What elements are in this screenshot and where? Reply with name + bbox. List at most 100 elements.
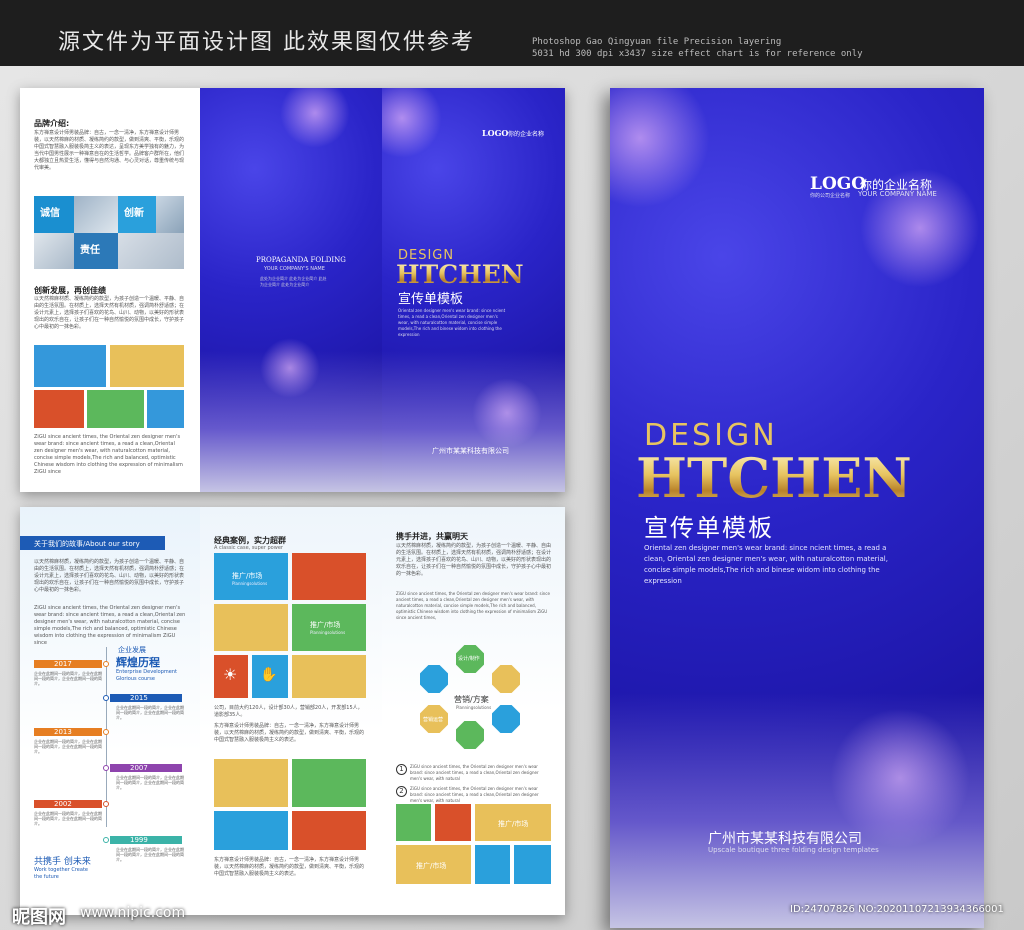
small-cn-title: 宣传单模板 — [398, 292, 464, 307]
nipic-logo: 昵图网 — [12, 907, 66, 928]
case-cell-yellow-1 — [214, 604, 288, 651]
color-block-yellow-1 — [110, 345, 184, 387]
image-id: ID:24707826 NO:20201107213934366001 — [790, 904, 1004, 915]
tag-photo-4 — [118, 233, 184, 269]
story-text-en: ZiGU since ancient times, the Oriental z… — [34, 605, 186, 646]
bokeh-light — [610, 88, 710, 208]
bokeh-light — [280, 88, 350, 148]
win-cell-sky-2 — [514, 845, 551, 884]
story-text-cn: 以天然棉麻材质，凝练简约的款型，为孩子创造一个温暖、平静、自由的生活氛围。在材质… — [34, 559, 185, 593]
oct-sky-right — [492, 705, 520, 733]
color-block-red-1 — [34, 390, 84, 428]
win-cell-label-1: 推广/市场 — [498, 820, 529, 828]
panel-front-cover-small: LOGO 你的企业名称 DESIGN HTCHEN 宣传单模板 Oriental… — [382, 88, 565, 492]
cover-company: 广州市某某科技有限公司 — [708, 831, 862, 847]
cover-desc: Oriental zen designer men's wear brand: … — [644, 544, 888, 585]
year-bar-2002: 2002 — [34, 800, 102, 808]
year-bar-2007: 2007 — [110, 764, 182, 772]
oct-green-bottom — [456, 721, 484, 749]
cover-logo-en: YOUR COMPANY NAME — [858, 190, 937, 198]
color-block-sky-2 — [147, 390, 184, 428]
panel-our-story: 关于我们的故事/About our story 以天然棉麻材质，凝练简约的款型，… — [20, 507, 200, 915]
year-text-2015: 企业在此期间一段的简介，企业在此期间一段的简介，企业在此期间一段的简介。 — [116, 705, 184, 720]
center-label: 营销/方案 — [454, 695, 489, 704]
back-small-text: 此处为企业简介 此处为企业简介 此处为企业简介 此处为企业简介 — [260, 276, 327, 287]
center-sublabel: Planningsolutions — [456, 705, 492, 710]
panel-brand-intro: 品牌介绍: 东方禅意设计师男装品牌：自古，一念一清净，东方禅意设计师男装，以天然… — [20, 88, 200, 492]
cover-large: LOGO 你的企业名称 你的公司企业名称 YOUR COMPANY NAME D… — [610, 88, 984, 928]
point-text-1: ZiGU since ancient times, the Oriental z… — [410, 764, 539, 781]
oct-sky-left — [420, 665, 448, 693]
case-text-3: 东方禅意设计师男装品牌：自古，一念一清净，东方禅意设计师男装，以天然棉麻的材质，… — [214, 857, 365, 877]
year-text-1999: 企业在此期间一段的简介，企业在此期间一段的简介，企业在此期间一段的简介。 — [116, 847, 184, 862]
header-title-en: Photoshop Gao Qingyuan file Precision la… — [532, 37, 863, 59]
light-sheen — [382, 350, 565, 492]
innovation-heading: 创新发展，再创佳绩 — [34, 286, 106, 295]
nipic-url: www.nipic.com — [80, 905, 186, 921]
header-title-cn: 源文件为平面设计图 此效果图仅供参考 — [58, 30, 475, 55]
light-sheen — [610, 692, 984, 928]
year-bar-2017: 2017 — [34, 660, 102, 668]
handshake-icon: ✋ — [260, 667, 278, 683]
trifold-outside: 品牌介绍: 东方禅意设计师男装品牌：自古，一念一清净，东方禅意设计师男装，以天然… — [20, 88, 565, 492]
small-logo-cn: 你的企业名称 — [508, 131, 545, 138]
story-ribbon-label: 关于我们的故事/About our story — [34, 540, 140, 548]
case-cell-green-2 — [292, 759, 366, 807]
year-text-2017: 企业在此期间一段的简介，企业在此期间一段的简介，企业在此期间一段的简介。 — [34, 671, 102, 686]
small-htchen-title: HTCHEN — [396, 260, 524, 289]
small-desc: Oriental zen designer men's wear brand: … — [398, 308, 506, 337]
color-block-green-1 — [87, 390, 144, 428]
cover-htchen-title: HTCHEN — [636, 446, 912, 510]
tag-honesty-label: 诚信 — [40, 208, 60, 219]
color-block-sky-1 — [34, 345, 106, 387]
footer-slogan-cn: 共携手 创未来 — [34, 857, 91, 867]
tag-photo-2 — [156, 196, 184, 233]
case-cell-red-1 — [292, 553, 366, 600]
case-cell-sub-1: Planningsolutions — [232, 581, 268, 586]
case-text-2: 东方禅意设计师男装品牌：自古，一念一清净，东方禅意设计师男装，以天然棉麻的材质，… — [214, 723, 365, 743]
timeline-dot — [103, 801, 109, 807]
case-cell-label-2: 推广/市场 — [310, 621, 341, 629]
dev-subtitle: Enterprise Development Glorious course — [116, 669, 177, 682]
innovation-text: 以天然棉麻材质、凝练简约的款型，为孩子创造一个温暖、平静、自由的生活氛围。在材质… — [34, 296, 185, 330]
year-bar-2013: 2013 — [34, 728, 102, 736]
case-cell-label-1: 推广/市场 — [232, 572, 263, 580]
year-bar-2015: 2015 — [110, 694, 182, 702]
cover-cn-title: 宣传单模板 — [644, 514, 774, 542]
year-text-2013: 企业在此期间一段的简介，企业在此期间一段的简介，企业在此期间一段的简介。 — [34, 739, 102, 754]
brand-english-text: ZiGU since ancient times, the Oriental z… — [34, 434, 183, 475]
footer-slogan-en: Work together Create the future — [34, 867, 88, 880]
dev-big-title: 辉煌历程 — [116, 656, 160, 669]
case-text-1: 公司，目前大约120人，设计部30人，营销部20人，开发部15人，道影部35人。 — [214, 705, 363, 718]
timeline-dot — [103, 661, 109, 667]
panel-win-together: 携手并进，共赢明天 以天然棉麻材质，凝练简约的款型，为孩子创造一个温暖、平静、自… — [382, 507, 565, 915]
case-cell-red-2 — [292, 811, 366, 850]
timeline-dot — [103, 837, 109, 843]
cover-company-en: Upscale boutique three folding design te… — [708, 846, 879, 854]
number-2-icon: 2 — [396, 786, 407, 797]
win-heading: 携手并进，共赢明天 — [396, 532, 468, 541]
trifold-inside: 关于我们的故事/About our story 以天然棉麻材质，凝练简约的款型，… — [20, 507, 565, 915]
year-text-2002: 企业在此期间一段的简介，企业在此期间一段的简介，企业在此期间一段的简介。 — [34, 811, 102, 826]
win-cell-red — [435, 804, 471, 841]
timeline-dot — [103, 765, 109, 771]
oct-left-label: 营销运营 — [423, 717, 444, 723]
small-company: 广州市某某科技有限公司 — [432, 447, 509, 455]
light-sheen — [200, 350, 382, 492]
oct-yellow-right — [492, 665, 520, 693]
timeline-line — [106, 647, 107, 827]
win-text-cn: 以天然棉麻材质，凝练简约的款型，为孩子创造一个温暖、平静、自由的生活氛围。在材质… — [396, 543, 552, 577]
win-cell-label-2: 推广/市场 — [416, 862, 447, 870]
year-bar-1999: 1999 — [110, 836, 182, 844]
lightbulb-icon: ☀ — [223, 665, 238, 684]
panel-back-cover: PROPAGANDA FOLDING YOUR COMPANY'S NAME 此… — [200, 88, 382, 492]
bokeh-light — [382, 88, 442, 158]
timeline-dot — [103, 729, 109, 735]
tag-innovation-label: 创新 — [124, 208, 144, 219]
case-cell-sub-2: Planningsolutions — [310, 630, 346, 635]
timeline-dot — [103, 695, 109, 701]
tag-photo-1 — [74, 196, 118, 233]
cover-logo-sub: 你的公司企业名称 — [810, 193, 851, 199]
win-text-en: ZiGU since ancient times, the Oriental z… — [396, 591, 550, 620]
tag-photo-3 — [34, 233, 74, 269]
